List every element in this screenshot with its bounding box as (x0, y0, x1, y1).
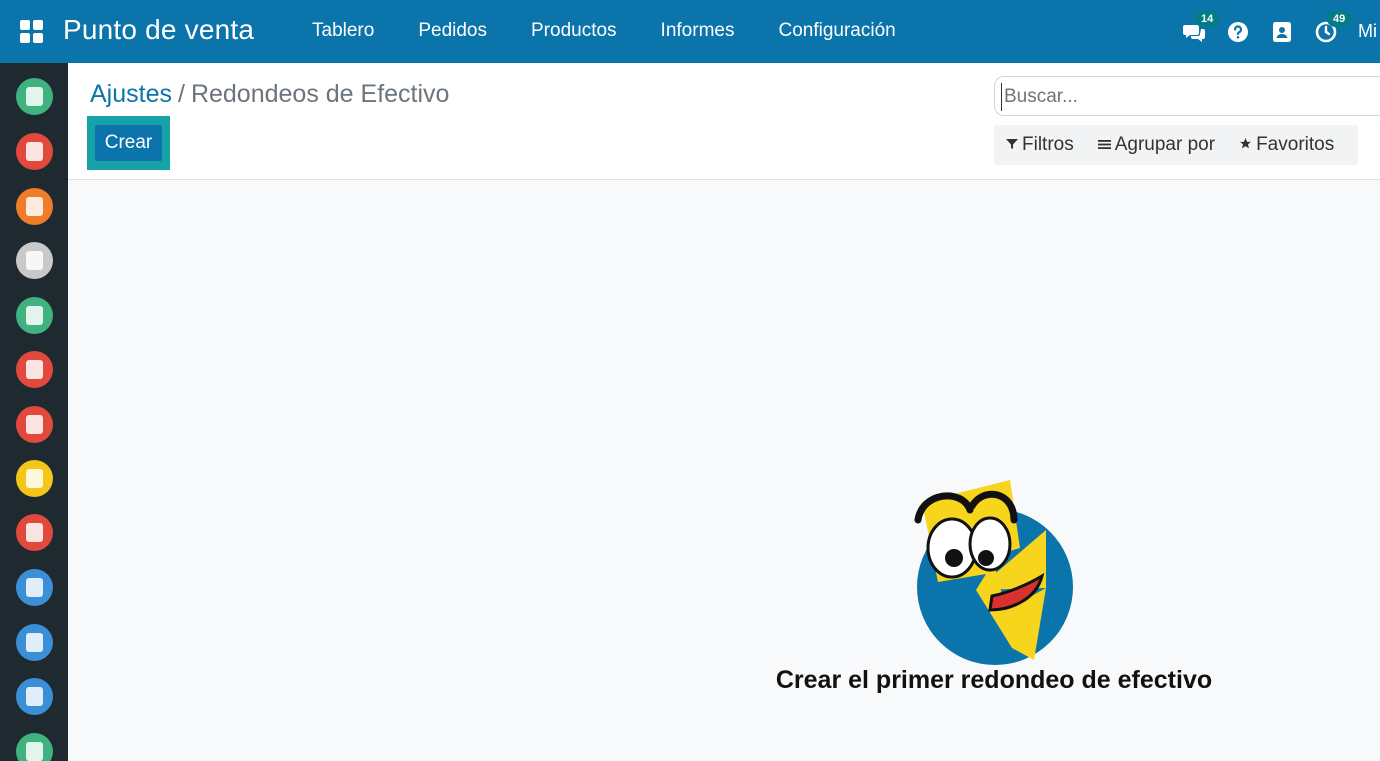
breadcrumb: Ajustes / Redondeos de Efectivo (90, 80, 449, 109)
star-icon (1239, 137, 1252, 153)
search-box (994, 76, 1380, 116)
app-icon-accounting[interactable] (16, 624, 53, 661)
app-icon-team[interactable] (16, 242, 53, 279)
empty-state-mascot-illustration (914, 480, 1073, 665)
apps-menu-icon[interactable] (20, 20, 44, 43)
app-icon-expenses[interactable] (16, 514, 53, 551)
bars-icon (1097, 137, 1111, 153)
search-options: Filtros Agrupar por Favoritos (994, 125, 1358, 165)
breadcrumb-separator: / (177, 80, 185, 108)
menu-item-configuracion[interactable]: Configuración (778, 20, 895, 42)
contacts-button[interactable] (1270, 20, 1294, 44)
app-icon-employees[interactable] (16, 297, 53, 334)
app-icon-more[interactable] (16, 733, 53, 761)
menu-item-tablero[interactable]: Tablero (312, 20, 374, 42)
activities-button[interactable]: 49 (1314, 10, 1352, 44)
app-icon-pos[interactable] (16, 569, 53, 606)
apps-sidebar (0, 63, 68, 761)
activities-badge: 49 (1327, 10, 1352, 27)
question-circle-icon (1228, 21, 1248, 42)
main-menu: Tablero Pedidos Productos Informes Confi… (312, 20, 940, 42)
top-navbar: Punto de venta Tablero Pedidos Productos… (0, 0, 1380, 63)
filter-icon (1006, 137, 1018, 153)
address-book-icon (1273, 21, 1291, 42)
filters-dropdown[interactable]: Filtros (1006, 134, 1074, 156)
user-menu[interactable]: Mi (1358, 21, 1380, 42)
app-icon-notes[interactable] (16, 188, 53, 225)
app-icon-deals[interactable] (16, 351, 53, 388)
messages-button[interactable]: 14 (1182, 10, 1220, 44)
favorites-dropdown[interactable]: Favoritos (1239, 134, 1334, 156)
control-panel: Ajustes/Redondeos de Efectivo Crear Filt… (68, 63, 1380, 180)
app-icon-calendar[interactable] (16, 133, 53, 170)
filters-label: Filtros (1022, 134, 1074, 155)
app-icon-elearning[interactable] (16, 460, 53, 497)
app-brand[interactable]: Punto de venta (63, 14, 254, 46)
search-input[interactable] (1001, 83, 1380, 111)
breadcrumb-ajustes[interactable]: Ajustes (90, 80, 172, 108)
group-by-dropdown[interactable]: Agrupar por (1097, 134, 1216, 156)
empty-state-title: Crear el primer redondeo de efectivo (775, 666, 1213, 694)
menu-item-pedidos[interactable]: Pedidos (418, 20, 487, 42)
app-icon-reports[interactable] (16, 406, 53, 443)
app-icon-1[interactable] (16, 78, 53, 115)
messages-badge: 14 (1195, 10, 1220, 27)
systray: 14 49 Mi (1182, 0, 1380, 63)
menu-item-productos[interactable]: Productos (531, 20, 617, 42)
empty-state-area: Crear el primer redondeo de efectivo (68, 180, 1380, 761)
favorites-label: Favoritos (1256, 134, 1335, 155)
create-button[interactable]: Crear (95, 125, 162, 161)
app-icon-planning[interactable] (16, 678, 53, 715)
menu-item-informes[interactable]: Informes (661, 20, 735, 42)
group-by-label: Agrupar por (1114, 134, 1216, 155)
help-button[interactable] (1226, 20, 1250, 44)
breadcrumb-current: Redondeos de Efectivo (190, 80, 450, 108)
